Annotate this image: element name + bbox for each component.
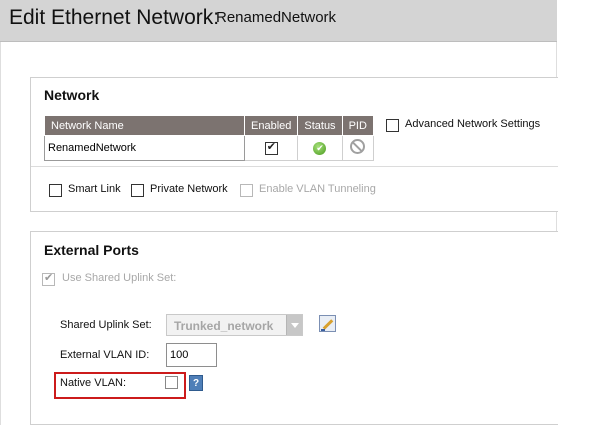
- native-vlan-label: Native VLAN:: [60, 377, 127, 389]
- network-divider: [31, 166, 558, 167]
- col-network-name[interactable]: Network Name: [44, 115, 245, 136]
- vlan-tunneling-checkbox: [240, 184, 253, 197]
- status-ok-icon: ✔: [313, 141, 327, 155]
- network-panel-title: Network: [44, 87, 100, 103]
- status-cell: ✔: [297, 135, 343, 161]
- smart-link-checkbox[interactable]: [49, 184, 62, 197]
- private-network-checkbox[interactable]: [131, 184, 144, 197]
- shared-uplink-label: Shared Uplink Set:: [60, 319, 152, 331]
- col-status[interactable]: Status: [297, 115, 343, 136]
- col-enabled[interactable]: Enabled: [243, 115, 299, 136]
- page-title: Edit Ethernet Network:: [9, 6, 220, 29]
- col-pid[interactable]: PID: [341, 115, 374, 136]
- pid-disabled-icon[interactable]: [350, 139, 366, 154]
- page-header: Edit Ethernet Network: RenamedNetwork: [0, 0, 557, 42]
- smart-link-label[interactable]: Smart Link: [68, 183, 121, 195]
- help-icon[interactable]: ?: [189, 375, 203, 391]
- shared-uplink-value: Trunked_network: [174, 319, 274, 333]
- network-table-header: Network Name Enabled Status PID: [44, 115, 374, 136]
- enabled-checkbox[interactable]: [264, 140, 278, 155]
- advanced-settings-checkbox[interactable]: [386, 119, 399, 132]
- network-table: Network Name Enabled Status PID RenamedN…: [44, 115, 374, 161]
- network-name-input[interactable]: RenamedNetwork: [44, 135, 245, 161]
- advanced-settings-label[interactable]: Advanced Network Settings: [405, 118, 540, 130]
- external-vlan-label: External VLAN ID:: [60, 349, 150, 361]
- edit-uplink-icon[interactable]: [319, 315, 336, 332]
- external-ports-title: External Ports: [44, 242, 139, 258]
- enabled-cell: [243, 135, 299, 161]
- native-vlan-checkbox[interactable]: [165, 376, 178, 389]
- network-panel: Network Network Name Enabled Status PID …: [30, 77, 558, 212]
- chevron-down-icon: [286, 315, 302, 335]
- table-row: RenamedNetwork ✔: [44, 135, 374, 161]
- private-network-label[interactable]: Private Network: [150, 183, 228, 195]
- shared-uplink-select: Trunked_network: [166, 314, 303, 336]
- use-shared-uplink-label: Use Shared Uplink Set:: [62, 272, 177, 284]
- external-vlan-input[interactable]: 100: [166, 343, 217, 367]
- vlan-tunneling-label: Enable VLAN Tunneling: [259, 183, 376, 195]
- pid-cell: [341, 135, 374, 161]
- network-name-title: RenamedNetwork: [216, 9, 337, 26]
- use-shared-uplink-checkbox: [42, 271, 55, 286]
